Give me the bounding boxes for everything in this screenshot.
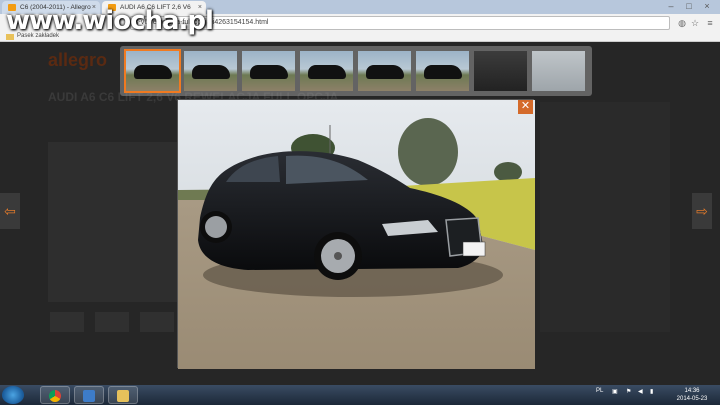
screen: C6 (2004-2011) - Allegro × AUDI A6 C6 LI…: [0, 0, 720, 405]
clock-date: 2014-05-23: [676, 396, 708, 402]
watermark: www.wiocha.pl: [6, 6, 214, 36]
clock[interactable]: 14:36 2014-05-23: [672, 387, 712, 403]
gallery-thumb-6[interactable]: [416, 51, 469, 91]
star-icon[interactable]: ☆: [689, 17, 701, 29]
extension-icon[interactable]: ◍: [676, 17, 688, 29]
main-photo-placeholder: [48, 142, 178, 302]
menu-icon[interactable]: ≡: [704, 17, 716, 29]
gallery-thumb-7[interactable]: [474, 51, 527, 91]
taskbar: PL ▣ ⚑ ◀ ▮ 14:36 2014-05-23: [0, 385, 720, 405]
gallery-thumb-1[interactable]: [124, 49, 181, 93]
car-photo: [178, 100, 535, 369]
site-logo: allegro: [48, 50, 108, 70]
start-button[interactable]: [2, 386, 24, 404]
close-window-icon[interactable]: ×: [698, 0, 716, 12]
signal-icon[interactable]: ▮: [650, 388, 653, 395]
network-icon[interactable]: ▣: [612, 388, 618, 395]
taskbar-chrome[interactable]: [40, 386, 70, 404]
gallery-thumb-2[interactable]: [184, 51, 237, 91]
gallery-thumb-strip: [120, 46, 592, 96]
language-indicator[interactable]: PL: [596, 388, 603, 394]
close-lightbox-button[interactable]: ✕: [518, 100, 533, 114]
gallery-thumb-3[interactable]: [242, 51, 295, 91]
page-thumb: [50, 312, 84, 332]
offer-side-panel: [540, 102, 670, 332]
taskbar-app[interactable]: [74, 386, 104, 404]
gallery-thumb-8[interactable]: [532, 51, 585, 91]
maximize-icon[interactable]: □: [680, 0, 698, 12]
next-photo-button[interactable]: ⇨: [692, 193, 712, 229]
page-thumb: [95, 312, 129, 332]
volume-icon[interactable]: ◀: [638, 388, 643, 395]
minimize-icon[interactable]: –: [662, 0, 680, 12]
clock-time: 14:36: [684, 388, 700, 394]
page-thumb: [140, 312, 174, 332]
folder-icon: [117, 390, 129, 402]
taskbar-explorer[interactable]: [108, 386, 138, 404]
gallery-thumb-4[interactable]: [300, 51, 353, 91]
chrome-icon: [49, 390, 61, 402]
lightbox-photo: [177, 99, 535, 369]
gallery-thumb-5[interactable]: [358, 51, 411, 91]
app-icon: [83, 390, 95, 402]
flag-icon[interactable]: ⚑: [626, 388, 631, 395]
prev-photo-button[interactable]: ⇦: [0, 193, 20, 229]
